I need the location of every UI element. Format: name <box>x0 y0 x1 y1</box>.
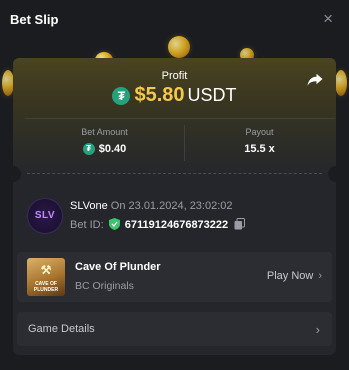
dashed-divider <box>27 173 322 174</box>
share-icon[interactable] <box>306 70 324 88</box>
user-line: SLVone On 23.01.2024, 23:02:02 <box>70 200 233 212</box>
play-now-button[interactable]: Play Now › <box>267 270 322 282</box>
close-icon[interactable]: × <box>323 10 333 27</box>
bet-slip-card: Profit ₮ $5.80 USDT Bet Amount ₮ $0.40 Payo… <box>13 58 336 355</box>
profit-panel: Profit ₮ $5.80 USDT Bet Amount ₮ $0.40 Payo… <box>13 58 336 173</box>
stats-box: Bet Amount ₮ $0.40 Payout 15.5 x <box>25 118 335 165</box>
avatar[interactable]: SLV <box>27 198 63 234</box>
chevron-right-icon: › <box>315 322 320 337</box>
bet-date: On 23.01.2024, 23:02:02 <box>110 200 233 212</box>
username[interactable]: SLVone <box>70 200 108 212</box>
user-row: SLV SLVone On 23.01.2024, 23:02:02 Bet I… <box>27 196 327 236</box>
copy-icon[interactable] <box>234 218 246 230</box>
game-thumbnail: ⚒ CAVE OF PLUNDER <box>27 258 65 296</box>
header: Bet Slip × <box>0 0 349 40</box>
game-thumbnail-text: CAVE OF PLUNDER <box>33 281 59 293</box>
pickaxe-icon: ⚒ <box>40 263 52 277</box>
coin-decoration <box>335 70 347 96</box>
profit-label: Profit <box>161 70 188 82</box>
payout-value: 15.5 x <box>244 143 275 155</box>
profit-currency: USDT <box>187 85 237 105</box>
game-details-row[interactable]: Game Details › <box>17 312 332 346</box>
bet-id-line: Bet ID: 671191246768732​22 <box>70 218 246 231</box>
chevron-right-icon: › <box>318 270 322 282</box>
bet-amount-label: Bet Amount <box>81 127 128 137</box>
bet-slip-title: Bet Slip <box>10 12 59 27</box>
bet-amount-col: Bet Amount ₮ $0.40 <box>25 119 184 165</box>
ticket-notch <box>328 166 336 182</box>
payout-label: Payout <box>245 127 274 137</box>
game-row[interactable]: ⚒ CAVE OF PLUNDER Cave Of Plunder BC Ori… <box>17 252 332 302</box>
bet-amount-value-row: ₮ $0.40 <box>25 143 184 156</box>
game-details-label: Game Details <box>28 323 95 335</box>
game-name: Cave Of Plunder <box>75 261 161 273</box>
bet-id-value: 671191246768732​22 <box>124 219 229 231</box>
game-provider: BC Originals <box>75 280 134 292</box>
tether-icon: ₮ <box>82 143 95 156</box>
profit-amount: $5.80 <box>134 84 185 106</box>
coin-decoration <box>168 36 190 58</box>
bet-amount-value: $0.40 <box>98 143 127 155</box>
tether-icon: ₮ <box>112 86 131 105</box>
shield-check-icon <box>108 218 120 230</box>
play-now-label: Play Now <box>266 270 314 282</box>
payout-col: Payout 15.5 x <box>184 119 335 165</box>
bet-id-label: Bet ID: <box>70 219 104 231</box>
profit-row: ₮ $5.80 USDT <box>13 84 336 107</box>
